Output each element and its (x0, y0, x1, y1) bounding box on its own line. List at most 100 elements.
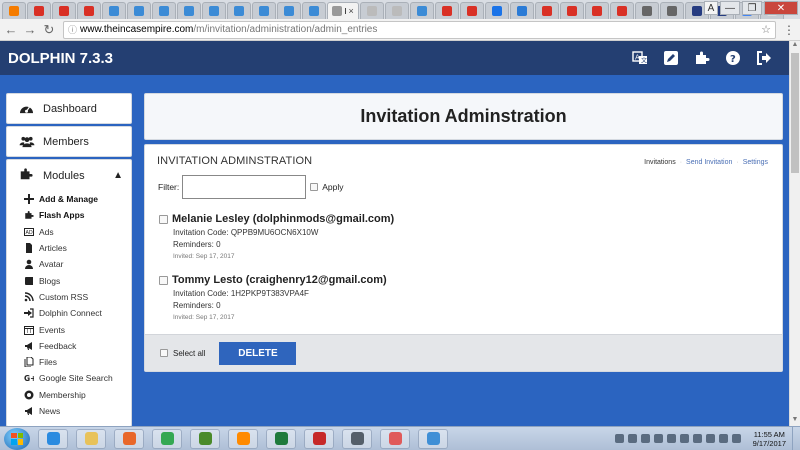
taskbar-app[interactable] (304, 428, 334, 449)
taskbar-app[interactable] (190, 428, 220, 449)
apply-filter[interactable]: Apply (310, 182, 344, 192)
taskbar-app[interactable] (228, 428, 258, 449)
tray-icon[interactable] (627, 434, 637, 443)
puzzle-icon[interactable] (693, 49, 711, 67)
browser-tab[interactable] (435, 2, 459, 19)
module-item-google-site-search[interactable]: G+ Google Site Search (7, 370, 131, 386)
taskbar-app[interactable] (114, 428, 144, 449)
clock[interactable]: 11:55 AM 9/17/2017 (753, 430, 786, 448)
link-send-invitation[interactable]: Send Invitation (686, 159, 732, 166)
delete-button[interactable]: DELETE (219, 341, 297, 365)
tray-icon[interactable] (640, 434, 650, 443)
module-item-articles[interactable]: Articles (7, 240, 131, 256)
edit-icon[interactable] (662, 49, 680, 67)
sidebar-item-dashboard[interactable]: Dashboard (6, 93, 132, 124)
brand-title[interactable]: DOLPHIN 7.3.3 (8, 50, 113, 67)
show-desktop-button[interactable] (792, 426, 800, 450)
browser-tab[interactable] (77, 2, 101, 19)
browser-tab[interactable] (460, 2, 484, 19)
apply-checkbox[interactable] (310, 183, 319, 191)
scroll-up-icon[interactable]: ▲ (790, 41, 800, 51)
logout-icon[interactable] (755, 49, 773, 67)
tray-icon[interactable] (705, 434, 715, 443)
entry-checkbox[interactable] (159, 275, 168, 285)
browser-tab[interactable] (152, 2, 176, 19)
bookmark-star-icon[interactable]: ☆ (761, 23, 771, 36)
tab-close-icon[interactable]: × (348, 6, 353, 16)
browser-tab[interactable] (510, 2, 534, 19)
filter-input[interactable] (182, 175, 307, 199)
tray-icon[interactable] (653, 434, 663, 443)
browser-tab[interactable] (410, 2, 434, 19)
browser-tab[interactable] (252, 2, 276, 19)
browser-tab[interactable] (610, 2, 634, 19)
sidebar-item-members[interactable]: Members (6, 126, 132, 157)
module-item-dolphin-connect[interactable]: Dolphin Connect (7, 305, 131, 321)
browser-tab[interactable] (302, 2, 326, 19)
browser-menu-icon[interactable]: ⋮ (782, 23, 796, 37)
browser-tab[interactable]: I × (327, 2, 359, 19)
back-icon[interactable]: ← (3, 22, 19, 37)
tray-icon[interactable] (666, 434, 676, 443)
taskbar-app[interactable] (152, 428, 182, 449)
start-button[interactable] (4, 427, 30, 450)
link-settings[interactable]: Settings (743, 159, 768, 166)
maximize-button[interactable]: ❐ (742, 1, 762, 15)
forward-icon[interactable]: → (22, 22, 38, 37)
browser-tab[interactable] (102, 2, 126, 19)
scroll-down-icon[interactable]: ▼ (790, 416, 800, 426)
module-item-custom-rss[interactable]: Custom RSS (7, 289, 131, 305)
module-item-feedback[interactable]: Feedback (7, 338, 131, 354)
browser-tab[interactable] (485, 2, 509, 19)
module-item-ads[interactable]: AD Ads (7, 224, 131, 240)
browser-tab[interactable] (360, 2, 384, 19)
browser-tab[interactable] (635, 2, 659, 19)
close-window-button[interactable]: ✕ (764, 1, 798, 15)
taskbar-app[interactable] (266, 428, 296, 449)
browser-tab[interactable] (27, 2, 51, 19)
browser-tab[interactable] (2, 2, 26, 19)
minimize-button[interactable]: — (720, 1, 740, 15)
entry-checkbox[interactable] (159, 214, 168, 224)
browser-tab[interactable] (277, 2, 301, 19)
browser-tab[interactable] (560, 2, 584, 19)
module-item-blogs[interactable]: Blogs (7, 272, 131, 288)
address-bar[interactable]: ⓘ www.theincasempire.com/m/invitation/ad… (63, 20, 776, 39)
scrollbar-thumb[interactable] (791, 53, 799, 173)
reload-icon[interactable]: ↻ (41, 22, 57, 38)
taskbar-app[interactable] (380, 428, 410, 449)
taskbar-app[interactable] (38, 428, 68, 449)
volume-icon[interactable] (731, 434, 741, 443)
tray-icon[interactable] (692, 434, 702, 443)
module-item-news[interactable]: News (7, 403, 131, 419)
browser-tab[interactable] (535, 2, 559, 19)
page-scrollbar[interactable]: ▲ ▼ (789, 41, 800, 426)
help-icon[interactable]: ? (724, 49, 742, 67)
browser-tab[interactable] (127, 2, 151, 19)
taskbar-app[interactable] (342, 428, 372, 449)
browser-tab[interactable] (202, 2, 226, 19)
taskbar-app[interactable] (418, 428, 448, 449)
taskbar-app[interactable] (76, 428, 106, 449)
profile-button[interactable]: A (704, 1, 718, 15)
tray-icon[interactable] (614, 434, 624, 443)
select-all[interactable]: Select all (160, 349, 205, 358)
browser-tab[interactable] (227, 2, 251, 19)
browser-tab[interactable] (177, 2, 201, 19)
chevron-up-icon[interactable]: ▲ (113, 170, 123, 181)
browser-tab[interactable] (585, 2, 609, 19)
module-item-avatar[interactable]: Avatar (7, 256, 131, 272)
module-item-flash-apps[interactable]: Flash Apps (7, 207, 131, 223)
module-item-add-manage[interactable]: Add & Manage (7, 191, 131, 207)
sidebar-item-modules[interactable]: Modules ▲ (7, 160, 131, 191)
select-all-checkbox[interactable] (160, 349, 168, 357)
browser-tab[interactable] (385, 2, 409, 19)
module-item-membership[interactable]: Membership (7, 387, 131, 403)
translate-icon[interactable]: A文 (631, 49, 649, 67)
module-item-files[interactable]: Files (7, 354, 131, 370)
tray-icon[interactable] (679, 434, 689, 443)
browser-tab[interactable] (52, 2, 76, 19)
network-icon[interactable] (718, 434, 728, 443)
browser-tab[interactable] (660, 2, 684, 19)
link-invitations[interactable]: Invitations (644, 159, 676, 166)
